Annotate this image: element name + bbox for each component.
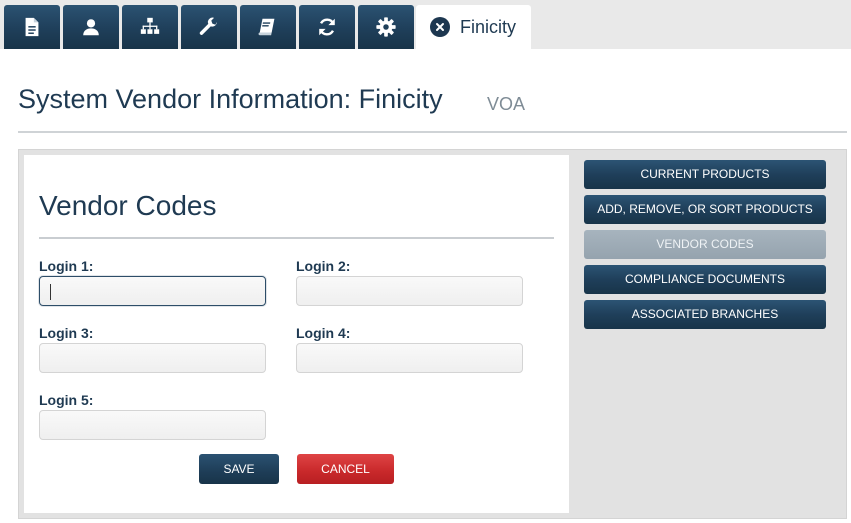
nav-current-products[interactable]: CURRENT PRODUCTS — [584, 160, 826, 189]
document-icon — [25, 17, 39, 37]
tab-finicity[interactable]: Finicity — [416, 5, 531, 49]
save-button[interactable]: SAVE — [199, 454, 279, 484]
section-divider — [39, 237, 554, 239]
login-1-label: Login 1: — [39, 258, 94, 274]
login-5-label: Login 5: — [39, 392, 94, 408]
login-5-input[interactable] — [39, 410, 266, 440]
tab-finicity-label: Finicity — [460, 16, 517, 37]
nav-vendor-codes[interactable]: VENDOR CODES — [584, 230, 826, 259]
nav-add-remove-sort-products[interactable]: ADD, REMOVE, OR SORT PRODUCTS — [584, 195, 826, 224]
refresh-icon — [319, 18, 335, 36]
tab-users[interactable] — [63, 5, 119, 49]
tab-bar: Finicity — [0, 0, 851, 49]
org-chart-icon — [140, 17, 160, 34]
tab-sync[interactable] — [299, 5, 355, 49]
login-4-label: Login 4: — [296, 325, 351, 341]
login-2-label: Login 2: — [296, 258, 351, 274]
nav-associated-branches[interactable]: ASSOCIATED BRANCHES — [584, 300, 826, 329]
cancel-button[interactable]: CANCEL — [297, 454, 394, 484]
login-3-label: Login 3: — [39, 325, 94, 341]
nav-compliance-documents[interactable]: COMPLIANCE DOCUMENTS — [584, 265, 826, 294]
page-subtitle: VOA — [487, 94, 526, 114]
login-2-input[interactable] — [296, 276, 523, 306]
tab-guides[interactable] — [240, 5, 296, 49]
text-cursor — [50, 284, 51, 300]
tab-organization[interactable] — [122, 5, 178, 49]
book-icon — [258, 18, 275, 36]
login-3-input[interactable] — [39, 343, 266, 373]
tab-tools[interactable] — [181, 5, 237, 49]
user-icon — [83, 19, 99, 36]
wrench-icon — [199, 17, 217, 35]
title-divider — [18, 131, 847, 133]
login-4-input[interactable] — [296, 343, 523, 373]
section-title: Vendor Codes — [39, 190, 217, 221]
login-1-input[interactable] — [39, 276, 266, 306]
gear-icon — [376, 17, 396, 37]
close-icon[interactable] — [430, 17, 450, 37]
tab-documents[interactable] — [4, 5, 60, 49]
page-title: System Vendor Information: Finicity — [18, 84, 443, 114]
tab-settings[interactable] — [358, 5, 414, 49]
